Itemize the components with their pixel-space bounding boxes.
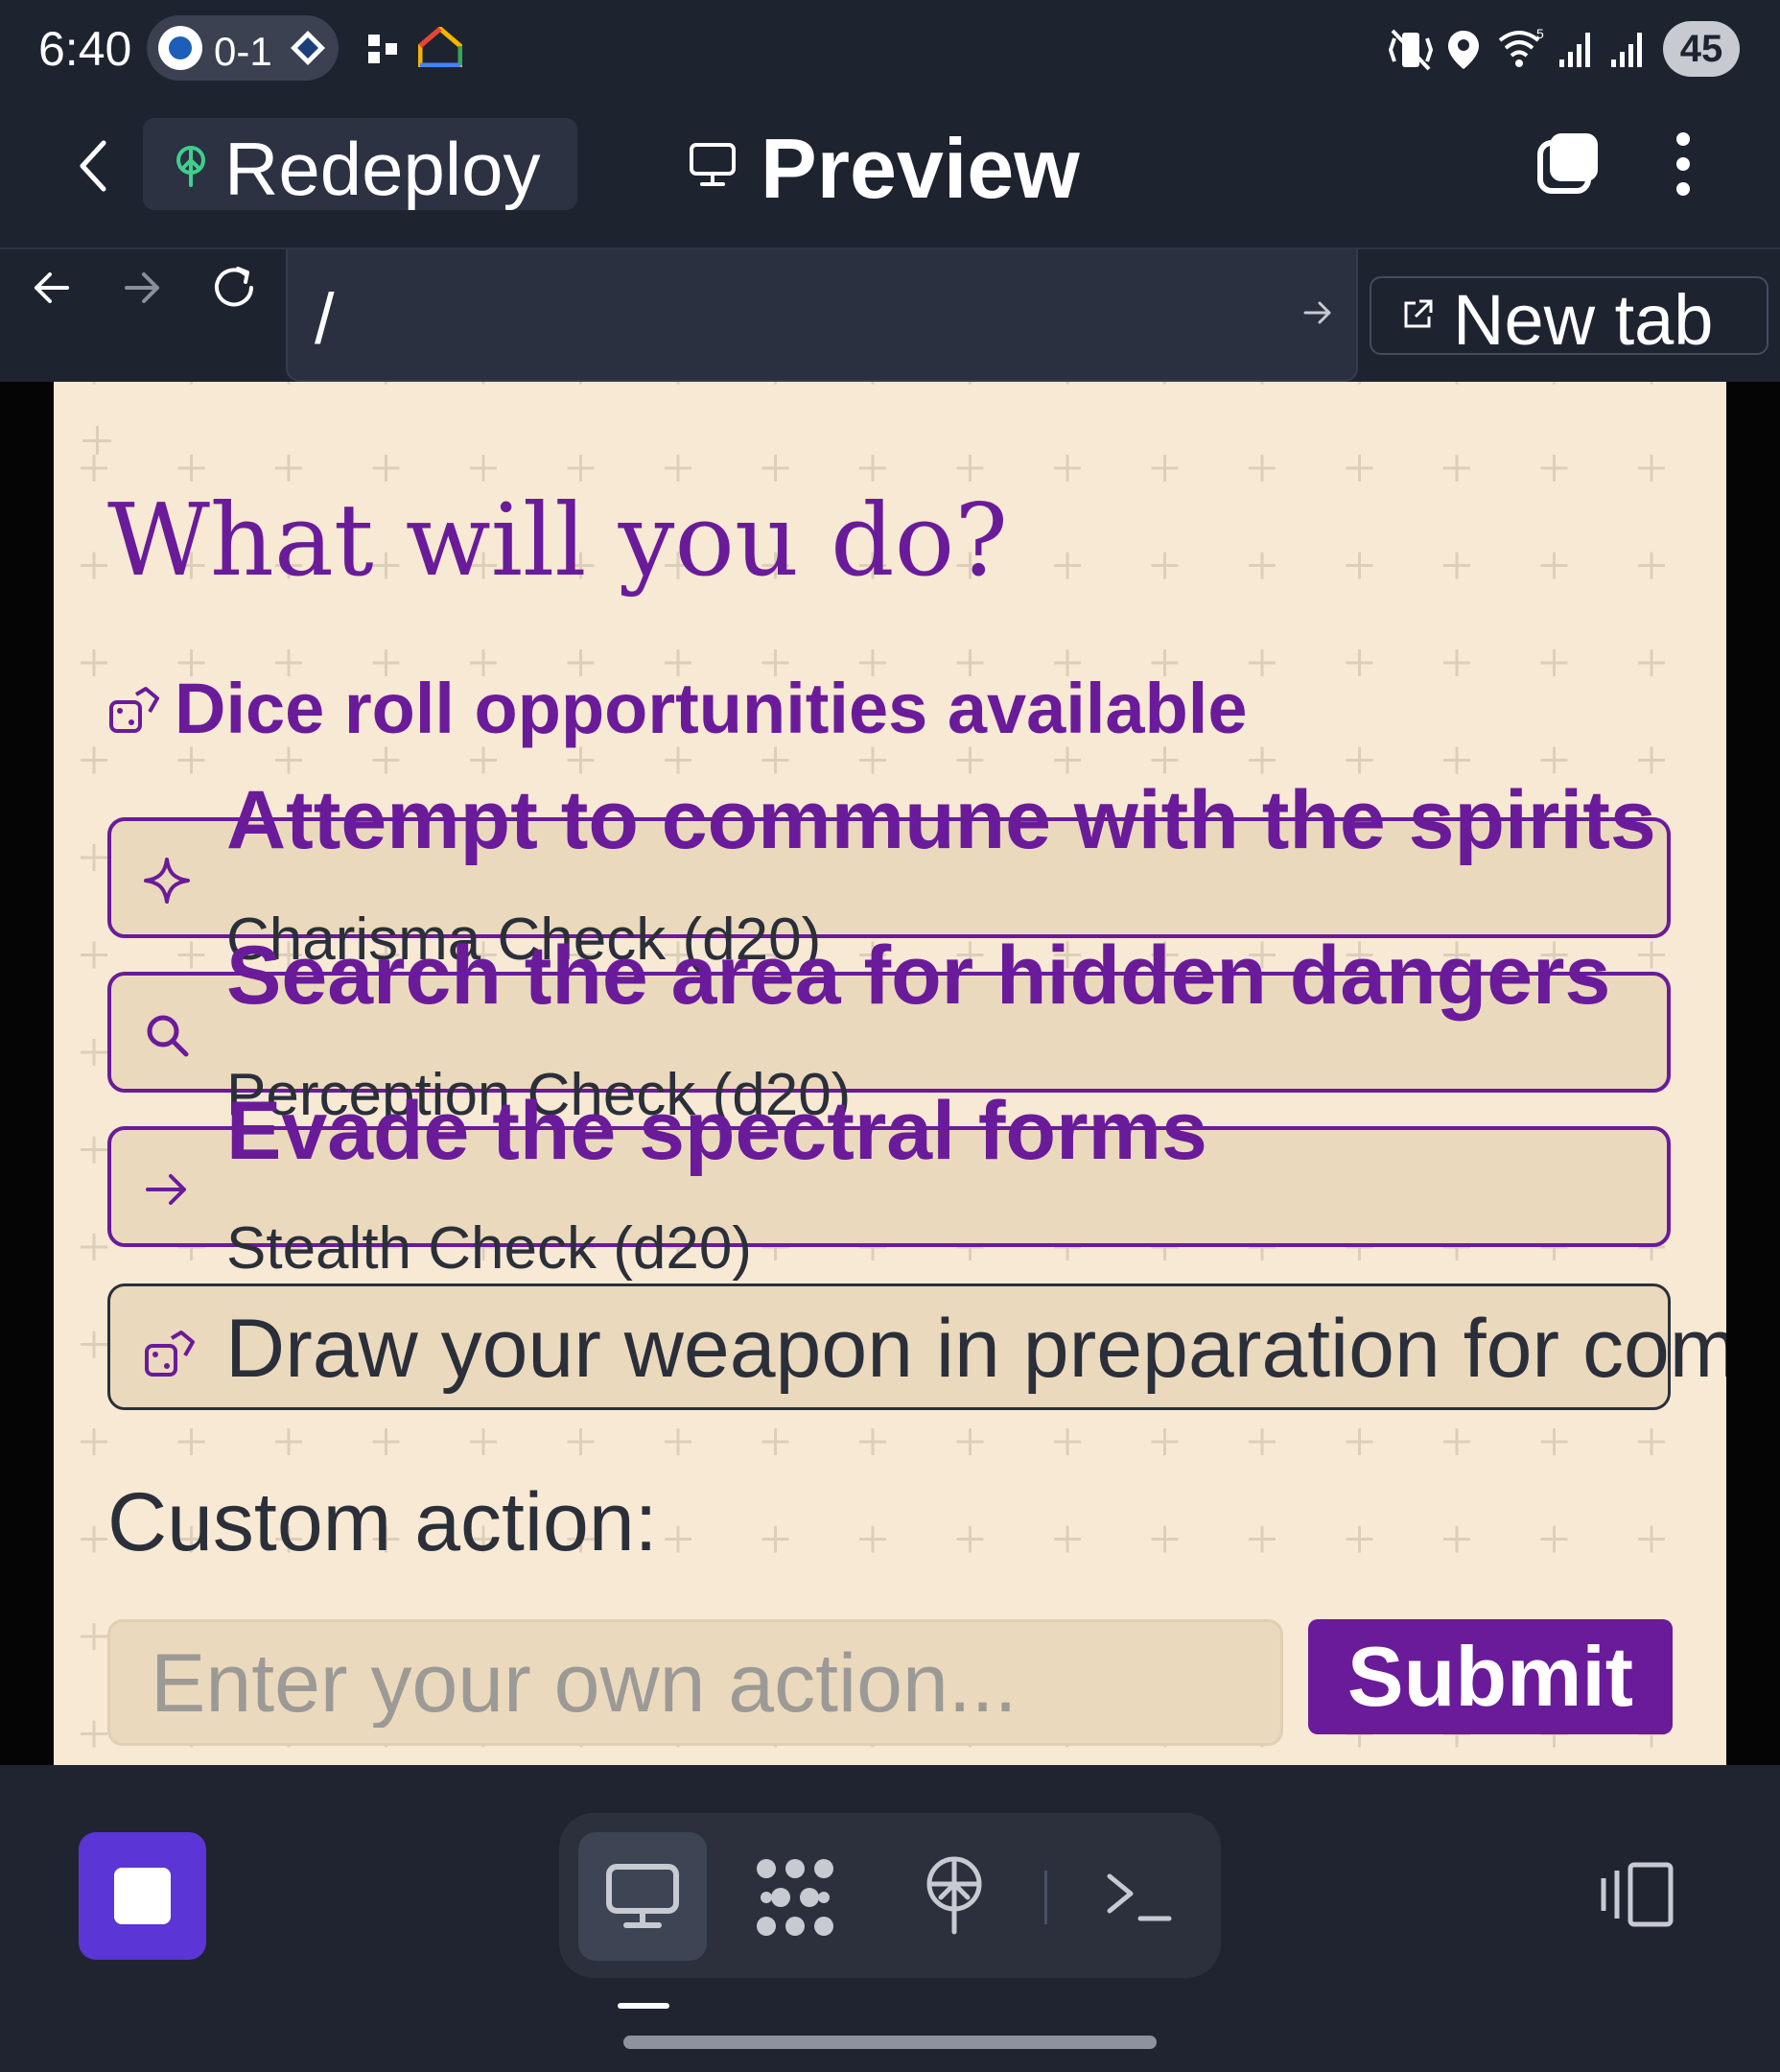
app-header: Redeploy Preview xyxy=(0,101,1780,247)
stop-button[interactable] xyxy=(79,1832,206,1960)
score-text: 0-1 xyxy=(214,29,272,74)
deploy-tree-icon[interactable] xyxy=(922,1855,987,1936)
dots-grid-icon[interactable] xyxy=(755,1857,835,1938)
dock-separator xyxy=(1044,1871,1047,1924)
redeploy-button[interactable]: Redeploy xyxy=(143,118,577,211)
choice-draw-weapon[interactable]: Draw your weapon in preparation for comb… xyxy=(107,1283,1726,1410)
wifi-icon: 5 xyxy=(1498,26,1544,67)
status-bar: 6:40 0-1 5 45 xyxy=(0,0,1780,101)
android-dots-icon xyxy=(368,35,397,63)
rays-logo xyxy=(291,31,325,65)
svg-text:5: 5 xyxy=(1536,26,1544,41)
device-layout-icon[interactable] xyxy=(1598,1861,1676,1928)
chevron-left-icon[interactable] xyxy=(75,137,109,195)
monitor-icon[interactable] xyxy=(605,1863,680,1930)
dice-notice-label: Dice roll opportunities available xyxy=(175,669,1248,748)
score-notification: 0-1 xyxy=(147,15,339,81)
deploy-tree-icon xyxy=(176,146,205,187)
terminal-icon[interactable] xyxy=(1106,1871,1173,1924)
preview-frame: What will you do? Dice roll opportunitie… xyxy=(0,382,1780,1765)
page-heading: What will you do? xyxy=(107,482,1008,599)
custom-action-input[interactable] xyxy=(149,1639,1246,1728)
dice-icon xyxy=(145,1330,195,1377)
forward-arrow-icon[interactable] xyxy=(123,269,161,307)
url-text: / xyxy=(315,279,335,359)
battery-level: 45 xyxy=(1663,21,1740,77)
new-tab-label: New tab xyxy=(1453,280,1714,360)
back-arrow-icon[interactable] xyxy=(33,269,71,307)
choice-evade-title: Evade the spectral forms xyxy=(226,1085,1207,1177)
preview-title: Preview xyxy=(761,121,1080,216)
sparkle-icon xyxy=(144,858,190,904)
tabs-icon[interactable] xyxy=(1534,130,1602,197)
more-vertical-icon[interactable] xyxy=(1669,130,1698,199)
monitor-icon xyxy=(690,143,736,186)
signal-icon xyxy=(1611,33,1642,67)
new-tab-button[interactable]: New tab xyxy=(1370,276,1768,360)
home-gesture-bar[interactable] xyxy=(623,2036,1157,2049)
choice-evade-check: Stealth Check (d20) xyxy=(226,1215,752,1282)
external-link-icon xyxy=(1404,299,1433,328)
nav-indicator xyxy=(618,2003,669,2009)
custom-action-field[interactable] xyxy=(107,1619,1283,1746)
choice-draw-weapon-label: Draw your weapon in preparation for comb… xyxy=(225,1303,1726,1395)
browser-toolbar: / New tab xyxy=(0,247,1780,384)
game-page: What will you do? Dice roll opportunitie… xyxy=(54,382,1726,1765)
arrow-right-icon[interactable] xyxy=(1302,297,1333,328)
status-time: 6:40 xyxy=(38,22,132,76)
signal-icon xyxy=(1559,33,1590,67)
custom-action-label: Custom action: xyxy=(107,1476,658,1568)
dice-icon xyxy=(109,687,159,733)
vibrate-icon xyxy=(1389,29,1433,71)
url-input[interactable]: / xyxy=(286,249,1358,382)
blue-jays-logo xyxy=(158,26,202,70)
redeploy-label: Redeploy xyxy=(224,127,541,211)
location-icon xyxy=(1448,31,1479,69)
tool-dock xyxy=(559,1813,1221,1978)
choice-search-title: Search the area for hidden dangers xyxy=(226,930,1611,1022)
bottom-toolbar xyxy=(0,1765,1780,2072)
google-home-icon xyxy=(418,27,462,67)
arrow-right-icon xyxy=(146,1174,186,1205)
reload-icon[interactable] xyxy=(209,263,259,313)
search-icon xyxy=(147,1015,189,1057)
submit-button[interactable]: Submit xyxy=(1308,1619,1673,1734)
choice-commune-title: Attempt to commune with the spirits xyxy=(226,774,1656,866)
